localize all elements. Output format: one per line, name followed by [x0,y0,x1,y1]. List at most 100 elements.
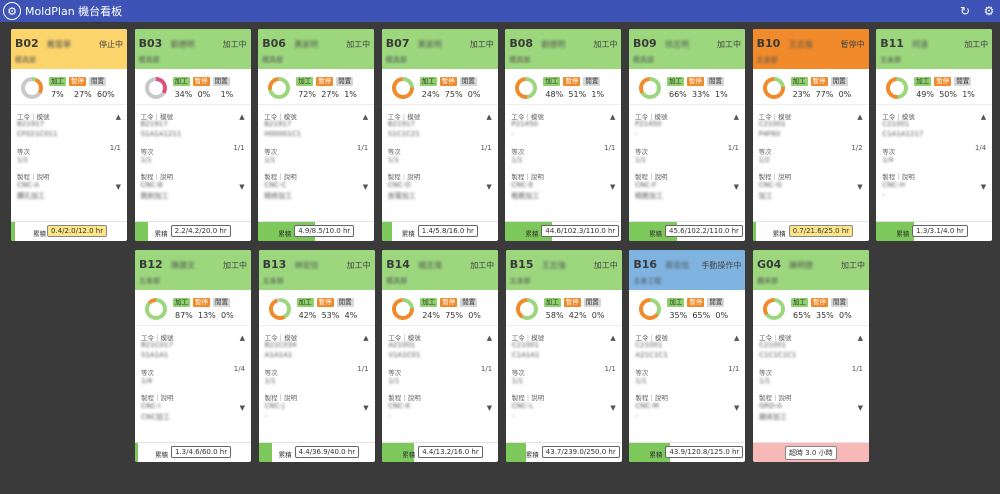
utilization-rates: 加工 暫停 閒置 24% 75% 0% [381,69,498,105]
utilization-donut [886,77,909,99]
sequence-label: 等次 [635,369,649,377]
accum-label: 累積 [278,451,292,459]
pause-tag: 暫停 [193,298,210,307]
machine-card-g04[interactable]: G04 陳明德 加工中 磨床部 加工 暫停 閒置 65% 35% 0% 工令｜模號 ▲ C21001 C1… [753,250,869,462]
machine-status: 停止中 [99,40,123,49]
expand-chevron-icon[interactable]: ▼ [363,183,368,191]
utilization-rates: 加工 暫停 閒置 65% 35% 0% [753,290,869,326]
hours-summary: 0.7/21.6/25.0 hr [788,225,854,237]
mold-number: V1A1C01 [388,351,421,359]
expand-chevron-icon[interactable]: ▼ [240,404,245,412]
sequence-label: 等次 [759,369,772,377]
machine-code: B15 [509,258,534,271]
collapse-chevron-icon[interactable]: ▲ [487,334,492,342]
work-percent: 34% [174,90,193,99]
machine-card-b11[interactable]: B11 阿遠 加工中 五金部 加工 暫停 閒置 49% 50% 1% 工令｜模號 ▲ C21001 C1A… [876,29,993,241]
process-name: CNC-B [140,181,163,189]
pause-tag: 暫停 [316,298,334,307]
rate-tags: 加工 暫停 閒置 [419,77,477,86]
work-percent: 23% [792,90,811,99]
collapse-chevron-icon[interactable]: ▲ [363,334,368,342]
collapse-chevron-icon[interactable]: ▲ [858,334,863,342]
machine-card-b15[interactable]: B15 王志強 加工中 五金部 加工 暫停 閒置 58% 42% 0% 工令｜模號 ▲ C21001 C1… [505,250,622,462]
machine-card-b03[interactable]: B03 劉德明 加工中 模具部 加工 暫停 閒置 34% 0% 1% 工令｜模號 ▲ B21917 S1A… [134,29,251,241]
sequence-label: 等次 [635,148,648,156]
collapse-chevron-icon[interactable]: ▲ [734,334,739,342]
expand-chevron-icon[interactable]: ▼ [858,404,863,412]
operator-name: 陳明德 [789,261,813,270]
machine-card-b16[interactable]: B16 蔡宏信 手動操作中 五金工程 加工 暫停 閒置 35% 65% 0% 工令｜模號 ▲ C2100… [629,250,746,462]
operator-name: 劉德明 [170,40,195,49]
collapse-chevron-icon[interactable]: ▲ [239,113,244,121]
utilization-rates: 加工 暫停 閒置 24% 75% 0% [382,290,499,326]
collapse-chevron-icon[interactable]: ▲ [857,113,862,121]
collapse-chevron-icon[interactable]: ▲ [240,334,245,342]
idle-percent: 1% [962,90,975,99]
expand-chevron-icon[interactable]: ▼ [486,183,491,191]
expand-chevron-icon[interactable]: ▼ [239,183,244,191]
utilization-donut [515,298,538,320]
sequence-count: 1/1 [357,365,369,373]
machine-card-b12[interactable]: B12 陳建文 加工中 五金部 加工 暫停 閒置 87% 13% 0% 工令｜模號 ▲ B21C017 S… [135,250,251,462]
machine-card-b09[interactable]: B09 徐志明 加工中 模具部 加工 暫停 閒置 66% 33% 1% 工令｜模號 ▲ P21450- 等… [629,29,745,241]
rate-tags: 加工 暫停 閒置 [296,298,354,307]
expand-chevron-icon[interactable]: ▼ [610,404,615,412]
expand-chevron-icon[interactable]: ▼ [734,183,739,191]
machine-status: 手動操作中 [701,261,742,270]
machine-card-b07[interactable]: B07 黃家明 加工中 模具部 加工 暫停 閒置 24% 75% 0% 工令｜模號 ▲ B21917 S1… [381,29,498,241]
work-percent: 87% [175,311,193,320]
process-desc: - [882,191,885,199]
collapse-chevron-icon[interactable]: ▲ [610,113,615,121]
rate-tags: 加工 暫停 閒置 [667,77,724,86]
card-header: B09 徐志明 加工中 模具部 [629,29,745,69]
operator-name: 黃家明 [294,40,319,49]
machine-status: 加工中 [346,40,371,49]
collapse-chevron-icon[interactable]: ▲ [734,113,739,121]
work-percent: 72% [298,90,316,99]
machine-card-b14[interactable]: B14 楊志偉 加工中 模具部 加工 暫停 閒置 24% 75% 0% 工令｜模號 ▲ A21001 V1… [382,250,499,462]
expand-chevron-icon[interactable]: ▼ [610,183,615,191]
expand-chevron-icon[interactable]: ▼ [857,183,862,191]
expand-chevron-icon[interactable]: ▼ [116,183,121,191]
machine-card-b06[interactable]: B06 黃家明 加工中 模具部 加工 暫停 閒置 72% 27% 1% 工令｜模號 ▲ B21917 H0… [258,29,375,241]
expand-chevron-icon[interactable]: ▼ [981,183,986,191]
pause-tag: 暫停 [563,298,581,307]
rate-values: 87% 13% 0% [175,311,235,320]
collapse-chevron-icon[interactable]: ▲ [981,113,986,121]
collapse-chevron-icon[interactable]: ▲ [363,113,368,121]
machine-card-b02[interactable]: B02 戴雲華 停止中 模具部 加工 暫停 閒置 7% 27% 60% 工令｜模號 ▲ B21917 CF… [11,29,127,241]
collapse-chevron-icon[interactable]: ▲ [486,113,491,121]
idle-tag: 閒置 [583,298,601,307]
process-desc: 粗銑加工 [511,192,540,200]
sequence-value: 1/1 [388,377,400,385]
hours-summary: 45.6/102.2/110.0 hr [665,225,743,237]
sequence-value: 1/1 [264,377,276,385]
machine-card-b10[interactable]: B10 王志強 暫停中 五金部 加工 暫停 閒置 23% 77% 0% 工令｜模號 ▲ C21001 P4… [752,29,869,241]
expand-chevron-icon[interactable]: ▼ [363,404,368,412]
machine-code: B03 [138,37,163,50]
settings-icon[interactable]: ⚙ [981,3,997,19]
hours-summary: 4.9/8.5/10.0 hr [294,225,355,237]
collapse-chevron-icon[interactable]: ▲ [116,113,121,121]
job-detail: 工令｜模號 ▲ P21450- 等次 1/1 1/1 製程｜說明 CNC-E ▼ 粗銑加工 [505,105,621,217]
idle-tag: 閒置 [336,298,354,307]
refresh-icon[interactable]: ↻ [957,3,973,19]
utilization-donut [21,77,43,99]
machine-card-b08[interactable]: B08 劉德明 加工中 模具部 加工 暫停 閒置 48% 51% 1% 工令｜模號 ▲ P21450- 等… [505,29,622,241]
sequence-value: 1/1 [511,377,524,385]
progress-fill [134,222,148,241]
job-detail: 工令｜模號 ▲ C21001 A21C1C1 等次 1/1 1/1 製程｜說明 CNC-M ▼ - [629,326,745,438]
sequence-label: 等次 [388,369,402,377]
part-desc-label: 製程｜說明 [140,173,174,181]
collapse-chevron-icon[interactable]: ▲ [610,334,615,342]
machine-card-b13[interactable]: B13 林宏信 加工中 五金部 加工 暫停 閒置 42% 53% 4% 工令｜模號 ▲ B21C034 A… [258,250,375,462]
card-header: B14 楊志偉 加工中 模具部 [382,250,499,290]
pause-percent: 27% [321,90,339,99]
operator-name: 黃家明 [417,40,442,49]
progress-fill [135,443,138,462]
pause-percent: 53% [321,311,340,320]
hours-footer: 累積 4.9/8.5/10.0 hr [258,221,375,241]
expand-chevron-icon[interactable]: ▼ [734,404,739,412]
expand-chevron-icon[interactable]: ▼ [487,404,492,412]
mold-number: C1A1A1217 [882,130,924,138]
